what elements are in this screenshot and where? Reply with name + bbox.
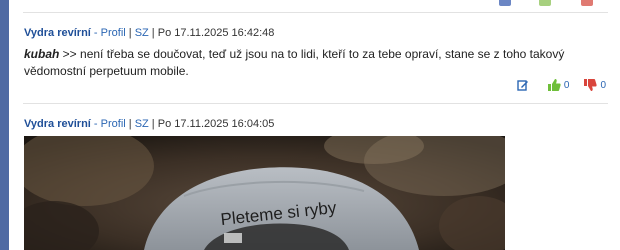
left-border-bar — [0, 0, 9, 250]
post: Vydra revírní - Profil | SZ | Po 17.11.2… — [24, 26, 610, 80]
sz-link[interactable]: SZ — [135, 118, 149, 130]
post-body: kubah >> není třeba se doučovat, teď už … — [24, 46, 610, 80]
header-separator: - — [90, 118, 101, 130]
thumbs-down-icon[interactable] — [583, 78, 598, 92]
post-image[interactable]: Pleteme si ryby — [24, 136, 505, 250]
profile-link[interactable]: Profil — [101, 27, 126, 39]
thumbs-down-icon[interactable] — [581, 0, 593, 6]
post: Vydra revírní - Profil | SZ | Po 17.11.2… — [24, 117, 610, 131]
cap-photo: Pleteme si ryby — [24, 136, 505, 250]
post-timestamp: Po 17.11.2025 16:42:48 — [157, 27, 275, 39]
sz-link[interactable]: SZ — [135, 27, 149, 39]
post-divider — [23, 12, 608, 13]
post-actions: 0 0 — [517, 78, 608, 92]
discussion-page: Vydra revírní - Profil | SZ | Po 17.11.2… — [9, 0, 620, 250]
edit-icon[interactable] — [499, 0, 511, 6]
profile-link[interactable]: Profil — [101, 118, 126, 130]
dislikes-count: 0 — [600, 79, 606, 91]
post-author[interactable]: Vydra revírní — [24, 27, 91, 39]
post-timestamp: Po 17.11.2025 16:04:05 — [157, 118, 275, 130]
previous-post-actions — [489, 0, 620, 6]
edit-icon[interactable] — [517, 79, 529, 91]
post-author[interactable]: Vydra revírní — [24, 118, 91, 130]
header-separator: - — [90, 27, 101, 39]
quoted-username[interactable]: kubah — [24, 47, 59, 61]
post-header: Vydra revírní - Profil | SZ | Po 17.11.2… — [24, 27, 275, 39]
post-text: >> není třeba se doučovat, teď už jsou n… — [24, 47, 565, 78]
post-header: Vydra revírní - Profil | SZ | Po 17.11.2… — [24, 118, 275, 130]
post-divider — [23, 103, 608, 104]
likes-count: 0 — [563, 79, 570, 91]
thumbs-up-icon[interactable] — [539, 0, 551, 6]
thumbs-up-icon[interactable] — [547, 78, 561, 92]
